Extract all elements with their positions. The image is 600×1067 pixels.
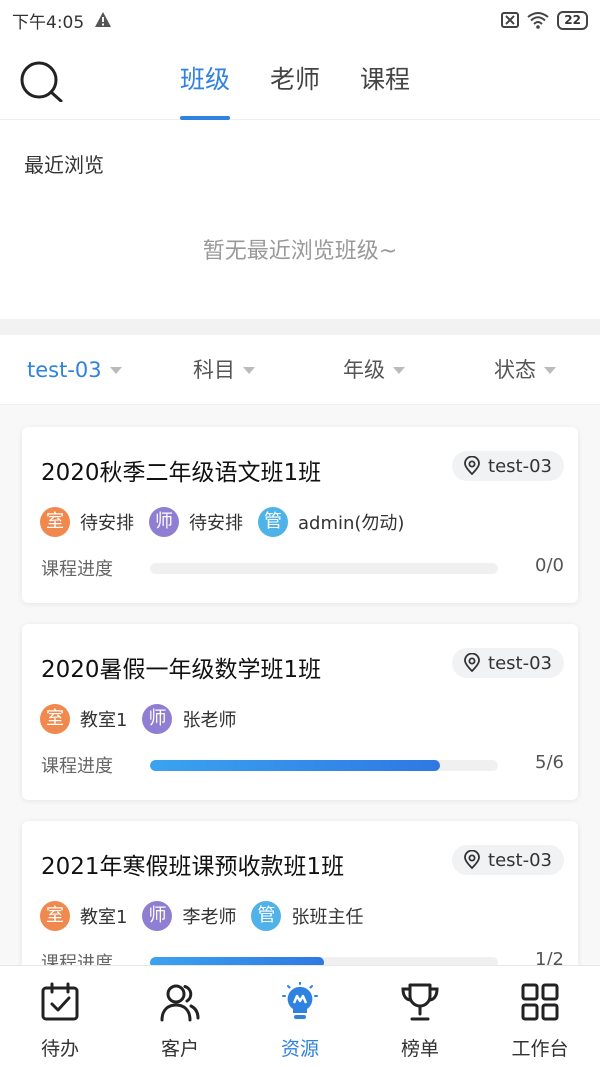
progress-value: 0/0 [535, 555, 564, 576]
caret-down-icon [544, 366, 556, 374]
status-bar: 下午4:05 22 [0, 0, 600, 40]
recent-empty-text: 暂无最近浏览班级~ [202, 239, 398, 264]
class-card[interactable]: 2020秋季二年级语文班1班 test-03 室 待安排 师 待安排 管 adm… [22, 427, 578, 603]
trophy-icon [401, 983, 439, 1021]
teacher-tag-icon: 师 [142, 901, 173, 931]
location-pin-icon [464, 653, 480, 673]
manager-tag-icon: 管 [251, 901, 282, 931]
top-nav: 班级 老师 课程 [0, 40, 600, 120]
classroom-text: 教室1 [80, 710, 128, 731]
class-tags: 室 教室1 师 张老师 [40, 704, 251, 734]
classroom-text: 教室1 [80, 907, 128, 928]
manager-text: 张班主任 [291, 907, 364, 928]
nav-resources[interactable]: 资源 [240, 966, 360, 1067]
caret-down-icon [393, 366, 405, 374]
location-text: test-03 [488, 652, 552, 674]
progress-bar [150, 563, 498, 574]
nav-workbench[interactable]: 工作台 [480, 966, 600, 1067]
class-list: 2020秋季二年级语文班1班 test-03 室 待安排 师 待安排 管 adm… [0, 405, 600, 965]
location-badge: test-03 [452, 451, 564, 481]
filter-grade[interactable]: 年级 [343, 335, 405, 405]
class-card[interactable]: 2020暑假一年级数学班1班 test-03 室 教室1 师 张老师 课程进度 … [22, 624, 578, 800]
tab-active-indicator [180, 116, 231, 120]
classroom-tag-icon: 室 [40, 507, 70, 537]
warning-icon [95, 12, 112, 27]
caret-down-icon [243, 366, 255, 374]
tab-courses[interactable]: 课程 [360, 40, 410, 120]
tab-classes[interactable]: 班级 [180, 40, 231, 120]
filter-subject[interactable]: 科目 [193, 335, 255, 405]
filter-label: 科目 [193, 358, 235, 382]
nav-label: 工作台 [511, 1038, 569, 1060]
location-badge: test-03 [452, 648, 564, 678]
sim-off-icon [501, 12, 520, 28]
manager-text: admin(勿动) [298, 513, 405, 534]
filter-campus[interactable]: test-03 [27, 335, 122, 405]
class-title: 2020秋季二年级语文班1班 [41, 460, 322, 486]
location-text: test-03 [488, 455, 552, 477]
progress-value: 1/2 [535, 949, 564, 965]
location-badge: test-03 [452, 845, 564, 875]
class-tags: 室 待安排 师 待安排 管 admin(勿动) [40, 507, 419, 537]
nav-customers[interactable]: 客户 [120, 966, 240, 1067]
filter-status[interactable]: 状态 [494, 335, 556, 405]
caret-down-icon [109, 366, 122, 374]
class-title: 2021年寒假班课预收款班1班 [41, 854, 345, 880]
location-pin-icon [464, 456, 480, 476]
wifi-icon [527, 12, 549, 29]
filter-label: 状态 [494, 358, 536, 382]
progress-fill [150, 760, 440, 771]
classroom-tag-icon: 室 [40, 704, 70, 734]
teacher-text: 待安排 [189, 513, 243, 534]
status-time: 下午4:05 [12, 12, 85, 33]
nav-label: 榜单 [400, 1038, 439, 1060]
tab-label: 班级 [180, 65, 231, 94]
class-card[interactable]: 2021年寒假班课预收款班1班 test-03 室 教室1 师 李老师 管 张班… [22, 821, 578, 965]
battery-indicator: 22 [557, 10, 588, 30]
teacher-tag-icon: 师 [142, 704, 173, 734]
location-pin-icon [464, 850, 480, 870]
nav-label: 待办 [40, 1038, 79, 1060]
classroom-tag-icon: 室 [40, 901, 70, 931]
location-text: test-03 [488, 849, 552, 871]
manager-tag-icon: 管 [258, 507, 288, 537]
recent-title: 最近浏览 [24, 153, 104, 177]
nav-todo[interactable]: 待办 [0, 966, 120, 1067]
bottom-nav: 待办 客户 资源 榜单 工作台 [0, 965, 600, 1067]
class-tags: 室 教室1 师 李老师 管 张班主任 [40, 901, 378, 931]
tab-teachers[interactable]: 老师 [270, 40, 320, 120]
filter-label: 年级 [343, 358, 385, 382]
grid-icon [521, 983, 559, 1021]
nav-label: 资源 [280, 1038, 319, 1060]
tab-label: 课程 [360, 65, 411, 94]
calendar-check-icon [41, 982, 79, 1021]
filter-label: test-03 [27, 358, 102, 382]
progress-bar [150, 760, 498, 771]
teacher-tag-icon: 师 [149, 507, 179, 537]
teacher-text: 张老师 [182, 710, 237, 731]
tab-label: 老师 [270, 65, 321, 94]
progress-label: 课程进度 [41, 559, 113, 580]
users-icon [160, 984, 200, 1022]
recent-section: 最近浏览 暂无最近浏览班级~ [0, 121, 600, 319]
progress-bar [150, 957, 498, 965]
tab-bar: 班级 老师 课程 [180, 40, 450, 120]
progress-fill [150, 957, 324, 965]
filter-bar: test-03 科目 年级 状态 [0, 335, 600, 405]
nav-label: 客户 [160, 1038, 199, 1060]
progress-value: 5/6 [535, 752, 564, 773]
search-icon[interactable] [18, 60, 64, 102]
classroom-text: 待安排 [80, 513, 134, 534]
nav-leaderboard[interactable]: 榜单 [360, 966, 480, 1067]
progress-label: 课程进度 [41, 756, 113, 777]
bulb-icon [282, 982, 318, 1019]
progress-label: 课程进度 [41, 953, 113, 965]
class-title: 2020暑假一年级数学班1班 [41, 657, 322, 683]
teacher-text: 李老师 [182, 907, 237, 928]
section-divider [0, 319, 600, 335]
